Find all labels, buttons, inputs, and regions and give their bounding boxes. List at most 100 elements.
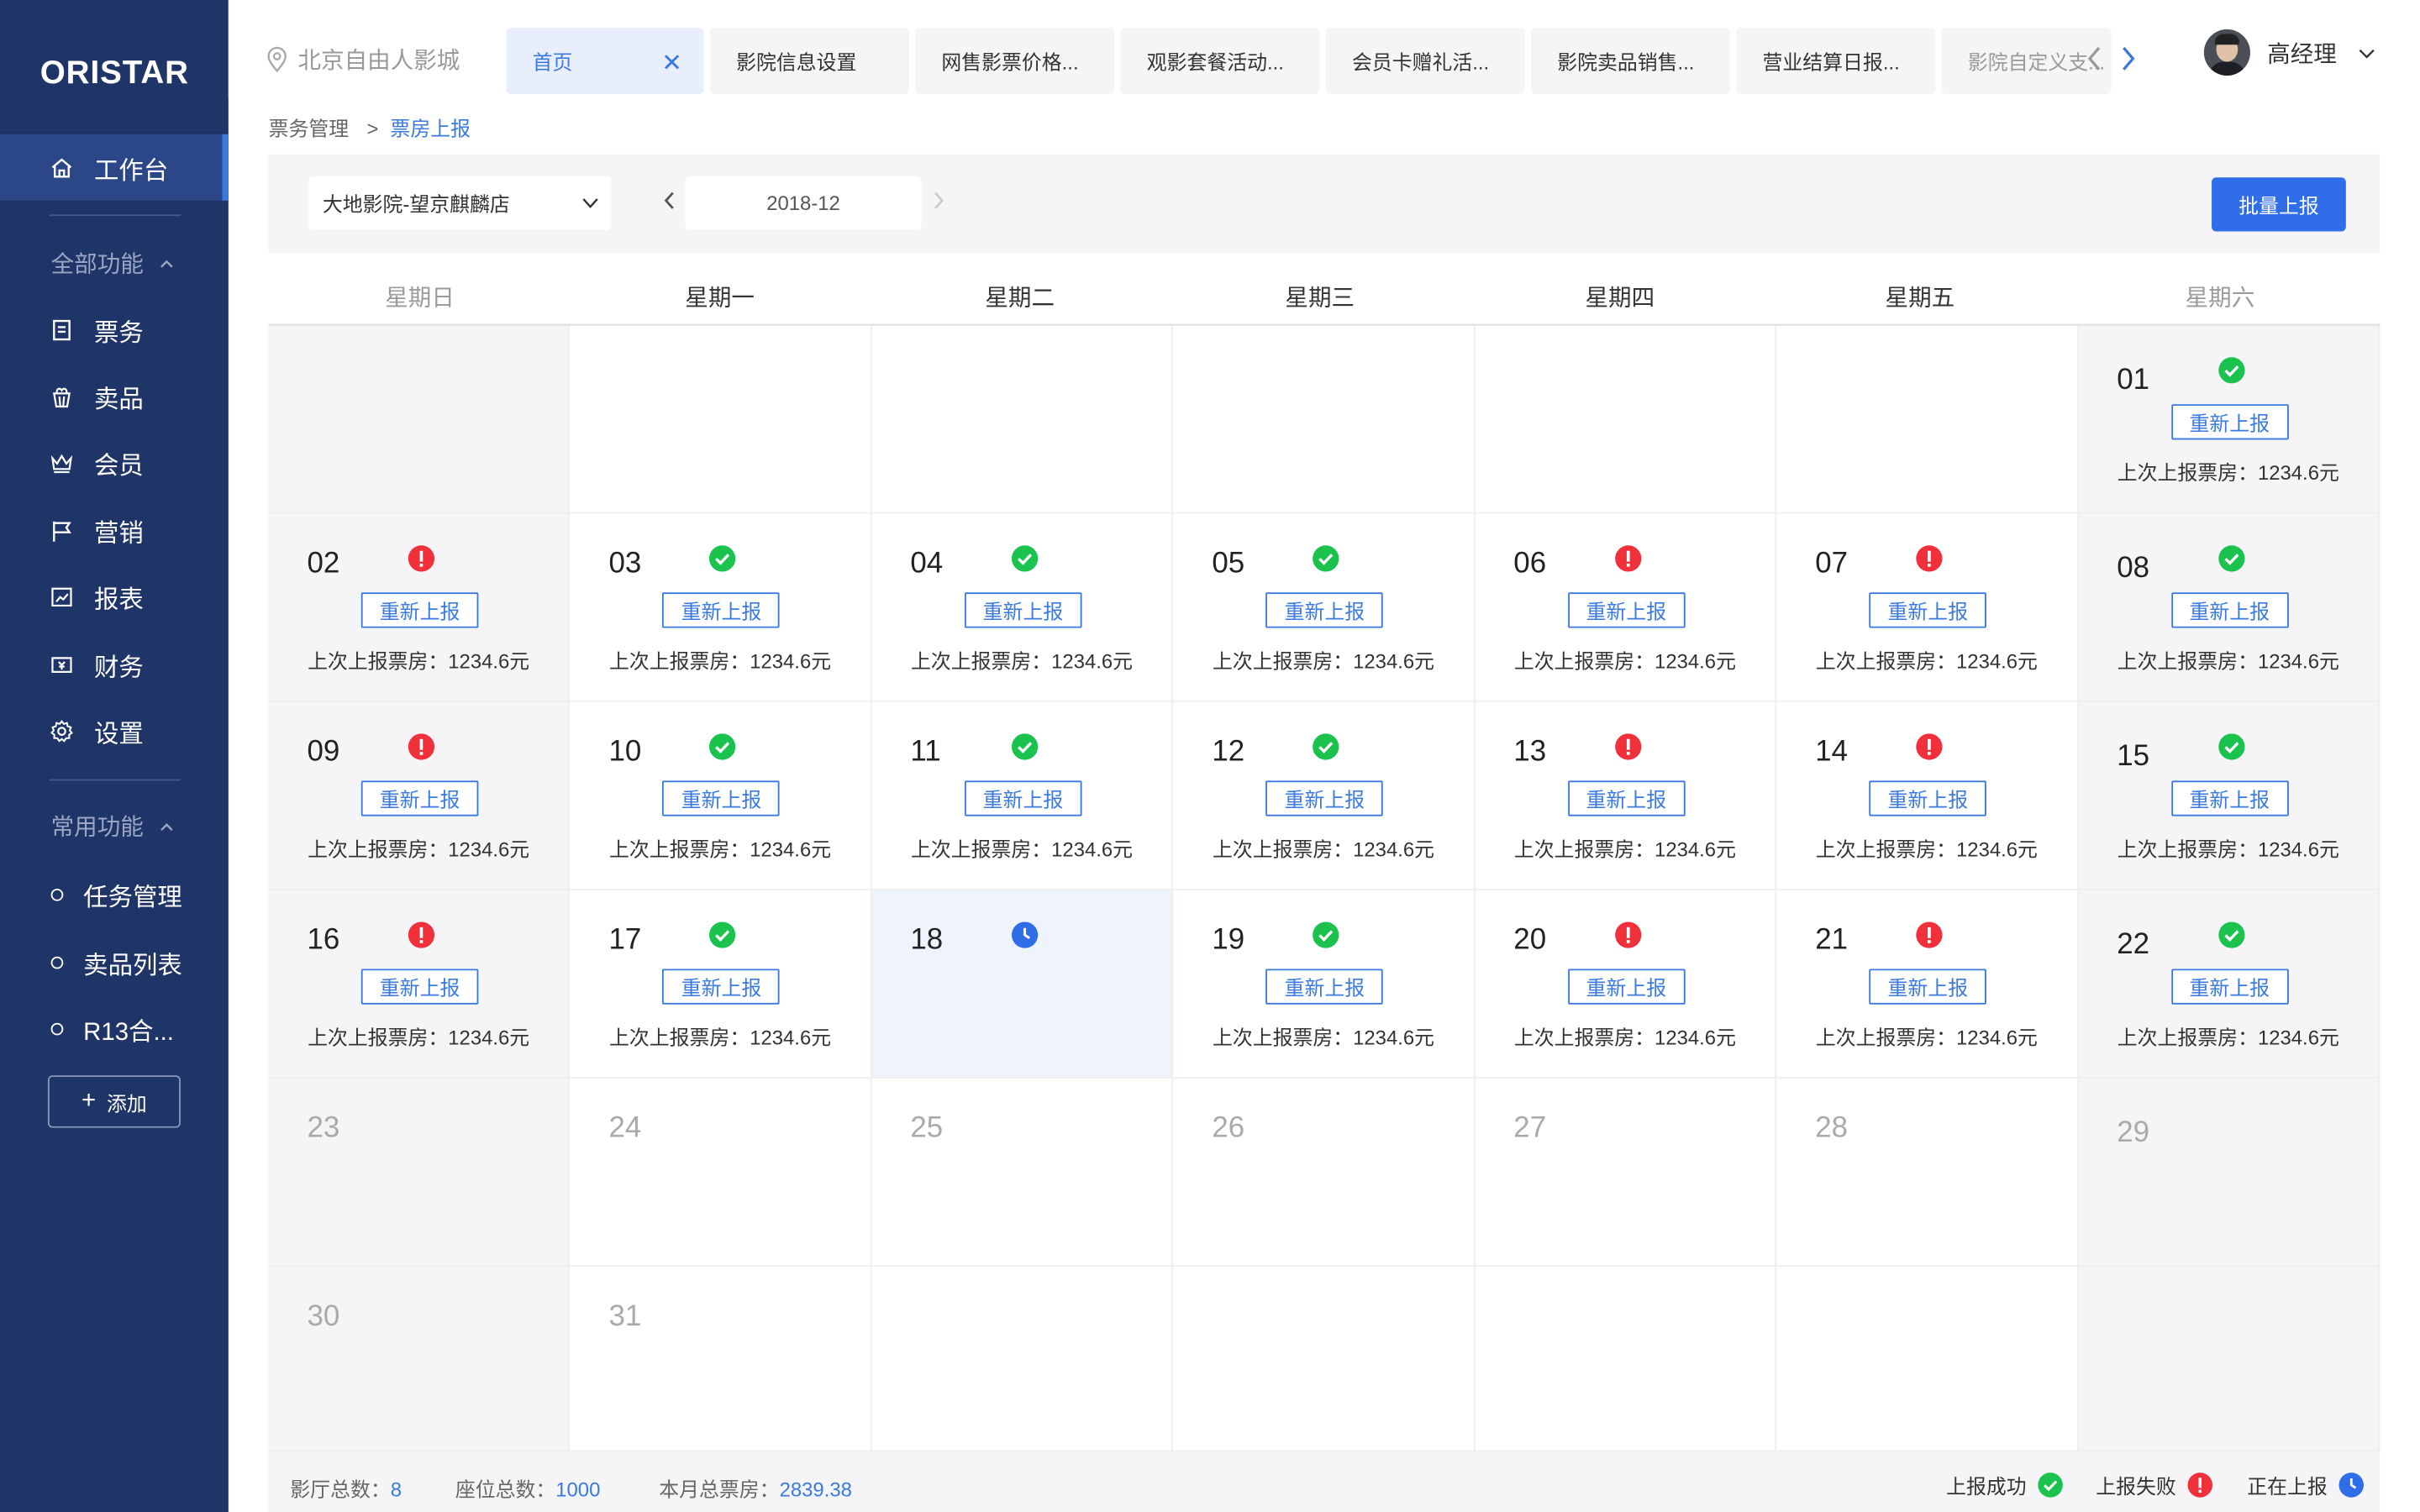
tab[interactable]: 会员卡赠礼活... [1325, 28, 1525, 95]
tab[interactable]: 网售影票价格... [915, 28, 1115, 95]
calendar-day[interactable]: 28 [1776, 1078, 2079, 1267]
calendar-day[interactable]: 12 重新上报 上次上报票房：1234.6元 [1173, 701, 1476, 890]
batch-report-button[interactable]: 批量上报 [2212, 177, 2346, 232]
group-all-functions[interactable]: 全部功能 [51, 247, 175, 280]
common-item-label: 任务管理 [83, 885, 182, 912]
calendar-day[interactable]: 21 重新上报 上次上报票房：1234.6元 [1776, 890, 2079, 1079]
reupload-button[interactable]: 重新上报 [1567, 969, 1686, 1005]
tab[interactable]: 首页 ✕ [506, 28, 704, 95]
reupload-button[interactable]: 重新上报 [1265, 592, 1384, 628]
calendar-day[interactable]: 20 重新上报 上次上报票房：1234.6元 [1475, 890, 1777, 1079]
reupload-button[interactable]: 重新上报 [662, 780, 781, 816]
sidebar-item-flag[interactable]: 营销 [50, 514, 144, 548]
reupload-button[interactable]: 重新上报 [360, 592, 479, 628]
calendar-day[interactable]: 23 [268, 1078, 571, 1267]
calendar-day[interactable]: 13 重新上报 上次上报票房：1234.6元 [1475, 701, 1777, 890]
reupload-button[interactable]: 重新上报 [1265, 780, 1384, 816]
calendar-day[interactable]: 25 [871, 1078, 1174, 1267]
reupload-button[interactable]: 重新上报 [360, 780, 479, 816]
bullet-icon [50, 1022, 64, 1036]
day-number: 09 [307, 736, 340, 769]
common-item[interactable]: 任务管理 [50, 876, 182, 913]
reupload-button[interactable]: 重新上报 [1265, 969, 1384, 1005]
reupload-button[interactable]: 重新上报 [662, 969, 781, 1005]
common-item[interactable]: R13合... [50, 1011, 174, 1047]
reupload-button[interactable]: 重新上报 [1869, 969, 1987, 1005]
sidebar-item-popcorn[interactable]: 卖品 [50, 380, 144, 413]
reupload-button[interactable]: 重新上报 [662, 592, 781, 628]
calendar-day[interactable]: 22 重新上报 上次上报票房：1234.6元 [2078, 890, 2381, 1079]
common-item[interactable]: 卖品列表 [50, 944, 182, 981]
breadcrumb-parent[interactable]: 票务管理 [269, 118, 350, 141]
calendar-day[interactable]: 16 重新上报 上次上报票房：1234.6元 [268, 890, 571, 1079]
calendar-day[interactable]: 05 重新上报 上次上报票房：1234.6元 [1173, 513, 1476, 702]
calendar-day[interactable]: 30 [268, 1266, 571, 1452]
reupload-button[interactable]: 重新上报 [2170, 404, 2289, 440]
reupload-button[interactable]: 重新上报 [2170, 592, 2289, 628]
divider [49, 779, 181, 781]
sidebar-item-crown[interactable]: 会员 [50, 446, 144, 480]
calendar-day[interactable]: 15 重新上报 上次上报票房：1234.6元 [2078, 701, 2381, 890]
calendar-day[interactable]: 10 重新上报 上次上报票房：1234.6元 [570, 701, 872, 890]
day-number: 27 [1513, 1112, 1547, 1145]
reupload-button[interactable]: 重新上报 [2170, 969, 2289, 1005]
fail-icon [1614, 921, 1642, 949]
calendar-day[interactable]: 09 重新上报 上次上报票房：1234.6元 [268, 701, 571, 890]
fail-icon [1916, 732, 1944, 760]
halls-value: 8 [390, 1478, 402, 1502]
reupload-button[interactable]: 重新上报 [1869, 780, 1987, 816]
tab[interactable]: 营业结算日报... [1736, 28, 1936, 95]
calendar-day[interactable]: 27 [1475, 1078, 1777, 1267]
tab[interactable]: 影院信息设置 [709, 28, 909, 95]
calendar-day[interactable]: 14 重新上报 上次上报票房：1234.6元 [1776, 701, 2079, 890]
tab[interactable]: 影院卖品销售... [1531, 28, 1730, 95]
reupload-button[interactable]: 重新上报 [1869, 592, 1987, 628]
calendar-day[interactable]: 11 重新上报 上次上报票房：1234.6元 [871, 701, 1174, 890]
user-menu[interactable]: 高经理 [2203, 29, 2375, 76]
calendar-day[interactable]: 17 重新上报 上次上报票房：1234.6元 [570, 890, 872, 1079]
location-selector[interactable]: 北京自由人影城 [266, 43, 460, 76]
next-month-icon[interactable] [929, 188, 948, 213]
reupload-button[interactable]: 重新上报 [1567, 592, 1686, 628]
calendar-day[interactable]: 29 [2078, 1078, 2381, 1267]
add-button[interactable]: + 添加 [47, 1075, 181, 1128]
day-number: 24 [608, 1112, 642, 1145]
tab[interactable]: 观影套餐活动... [1120, 28, 1320, 95]
calendar-day[interactable]: 04 重新上报 上次上报票房：1234.6元 [871, 513, 1174, 702]
calendar-day[interactable]: 08 重新上报 上次上报票房：1234.6元 [2078, 513, 2381, 702]
prev-month-icon[interactable] [660, 188, 679, 213]
calendar-day[interactable]: 19 重新上报 上次上报票房：1234.6元 [1173, 890, 1476, 1079]
add-label: 添加 [107, 1091, 147, 1116]
reupload-button[interactable]: 重新上报 [360, 969, 479, 1005]
day-number: 20 [1513, 924, 1547, 957]
calendar-day[interactable]: 06 重新上报 上次上报票房：1234.6元 [1475, 513, 1777, 702]
calendar-day[interactable]: 02 重新上报 上次上报票房：1234.6元 [268, 513, 571, 702]
calendar-day[interactable]: 31 [570, 1266, 872, 1452]
reupload-button[interactable]: 重新上报 [1567, 780, 1686, 816]
tabs-scroll-left-icon[interactable] [2084, 43, 2106, 74]
common-item-label: 卖品列表 [83, 953, 182, 980]
sidebar-item-label: 营销 [94, 521, 144, 549]
group-common-functions[interactable]: 常用功能 [51, 810, 175, 843]
reupload-button[interactable]: 重新上报 [964, 592, 1082, 628]
sidebar-workbench-row[interactable]: 工作台 [50, 151, 168, 185]
reupload-button[interactable]: 重新上报 [964, 780, 1082, 816]
calendar-day[interactable]: 18 [871, 890, 1174, 1079]
calendar-day[interactable]: 01 重新上报 上次上报票房：1234.6元 [2078, 325, 2381, 514]
reupload-button[interactable]: 重新上报 [2170, 780, 2289, 816]
calendar-day[interactable]: 26 [1173, 1078, 1476, 1267]
calendar-day[interactable]: 24 [570, 1078, 872, 1267]
calendar-day[interactable]: 07 重新上报 上次上报票房：1234.6元 [1776, 513, 2079, 702]
sidebar-item-ticket[interactable]: 票务 [50, 313, 144, 347]
close-icon[interactable]: ✕ [661, 48, 682, 79]
tabs-scroll-right-icon[interactable] [2118, 43, 2139, 74]
cinema-select[interactable]: 大地影院-望京麒麟店 [308, 176, 612, 230]
month-picker[interactable]: 2018-12 [685, 176, 922, 230]
calendar-day[interactable]: 03 重新上报 上次上报票房：1234.6元 [570, 513, 872, 702]
fail-icon [408, 544, 435, 572]
sidebar-item-gear[interactable]: 设置 [50, 714, 144, 748]
sidebar-item-chart[interactable]: 报表 [50, 580, 144, 614]
oristar-logo: ORISTAR [39, 55, 189, 92]
success-icon [2038, 1473, 2063, 1498]
sidebar-item-money[interactable]: 财务 [50, 648, 144, 682]
